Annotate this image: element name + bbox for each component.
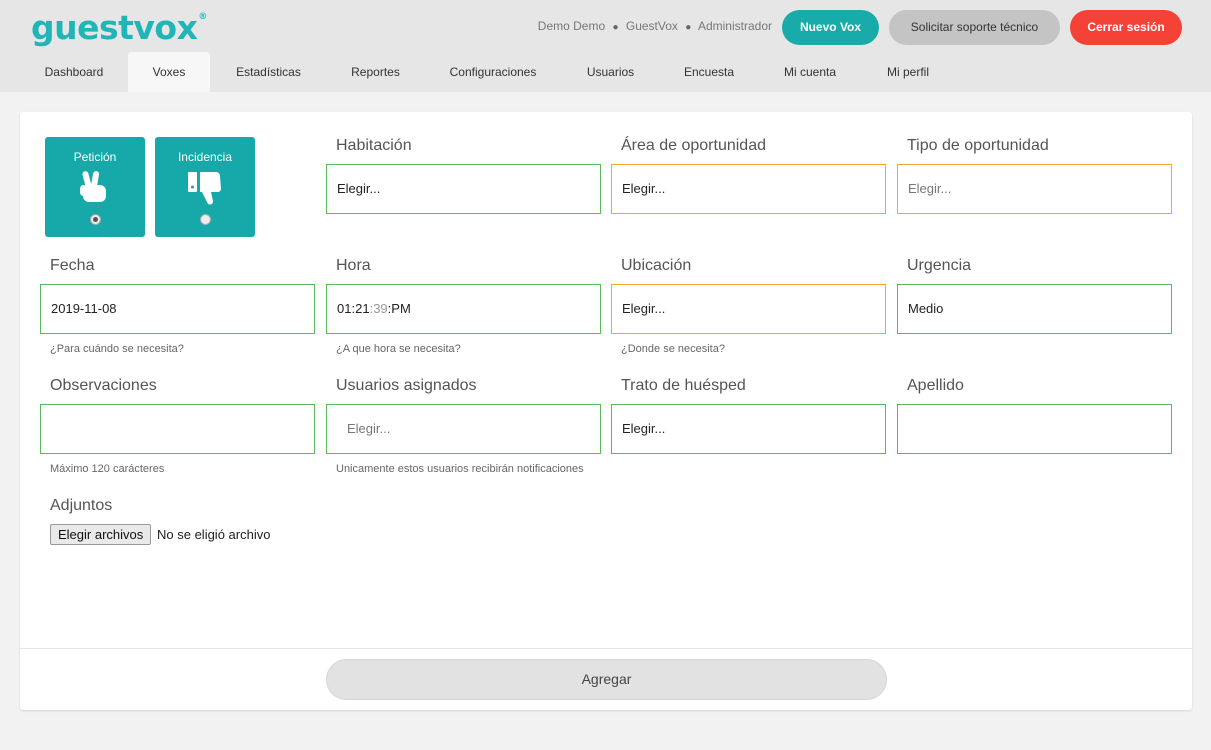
main-tabs: Dashboard Voxes Estadísticas Reportes Co… (20, 52, 955, 92)
assigned-users-hint: Unicamente estos usuarios recibirán noti… (336, 463, 584, 475)
new-vox-button[interactable]: Nuevo Vox (782, 10, 879, 45)
opportunity-type-select[interactable]: Elegir... (897, 164, 1172, 214)
logout-button[interactable]: Cerrar sesión (1070, 10, 1182, 45)
guest-treatment-select[interactable]: Elegir... (611, 404, 886, 454)
urgency-label: Urgencia (907, 257, 972, 274)
location-hint: ¿Donde se necesita? (621, 343, 725, 355)
type-option-label: Petición (73, 150, 117, 164)
location-label: Ubicación (621, 257, 692, 274)
divider (20, 648, 1192, 649)
observations-input[interactable] (40, 404, 315, 454)
tab-dashboard[interactable]: Dashboard (20, 52, 128, 92)
tab-reports[interactable]: Reportes (327, 52, 424, 92)
type-option-label: Incidencia (177, 150, 233, 164)
tab-my-account[interactable]: Mi cuenta (759, 52, 861, 92)
top-bar: guestvox® Demo Demo ● GuestVox ● Adminis… (0, 0, 1211, 92)
tab-voxes[interactable]: Voxes (128, 52, 210, 92)
tab-my-profile[interactable]: Mi perfil (861, 52, 955, 92)
tab-survey[interactable]: Encuesta (659, 52, 759, 92)
separator-dot: ● (685, 22, 692, 33)
opportunity-type-label: Tipo de oportunidad (907, 137, 1049, 154)
tab-settings[interactable]: Configuraciones (424, 52, 562, 92)
user-name: Demo Demo (537, 19, 606, 33)
type-option-incident[interactable]: Incidencia (155, 137, 255, 237)
last-name-label: Apellido (907, 377, 964, 394)
tab-users[interactable]: Usuarios (562, 52, 659, 92)
user-role: Administrador (697, 19, 772, 33)
thumbs-down-icon (188, 172, 221, 205)
date-input[interactable]: 2019-11-08 (40, 284, 315, 334)
time-hint: ¿A que hora se necesita? (336, 343, 461, 355)
assigned-users-select[interactable]: Elegir... (326, 404, 601, 454)
guest-treatment-label: Trato de huésped (621, 377, 746, 394)
request-support-button[interactable]: Solicitar soporte técnico (889, 10, 1060, 45)
guestvox-logo[interactable]: guestvox® (31, 8, 207, 47)
date-hint: ¿Para cuándo se necesita? (50, 343, 184, 355)
opportunity-area-label: Área de oportunidad (621, 137, 766, 154)
type-radio[interactable] (200, 214, 211, 225)
time-label: Hora (336, 257, 371, 274)
account-name: GuestVox (625, 19, 678, 33)
date-label: Fecha (50, 257, 95, 274)
room-select[interactable]: Elegir... (326, 164, 601, 214)
type-radio[interactable] (90, 214, 101, 225)
time-input[interactable]: 01:21:39:PM (326, 284, 601, 334)
location-select[interactable]: Elegir... (611, 284, 886, 334)
new-vox-form: Petición Incidencia Habitación Elegir...… (20, 112, 1192, 710)
attachments-label: Adjuntos (50, 497, 113, 514)
peace-hand-icon (80, 171, 106, 202)
file-status: No se eligió archivo (157, 527, 271, 542)
observations-hint: Máximo 120 carácteres (50, 463, 165, 475)
tab-statistics[interactable]: Estadísticas (210, 52, 327, 92)
add-button[interactable]: Agregar (326, 659, 887, 700)
urgency-select[interactable]: Medio (897, 284, 1172, 334)
observations-label: Observaciones (50, 377, 157, 394)
opportunity-area-select[interactable]: Elegir... (611, 164, 886, 214)
separator-dot: ● (612, 22, 619, 33)
user-info: Demo Demo ● GuestVox ● Administrador (538, 19, 772, 33)
assigned-users-label: Usuarios asignados (336, 377, 477, 394)
room-label: Habitación (336, 137, 412, 154)
type-option-request[interactable]: Petición (45, 137, 145, 237)
choose-files-button[interactable]: Elegir archivos (50, 524, 152, 545)
last-name-input[interactable] (897, 404, 1172, 454)
